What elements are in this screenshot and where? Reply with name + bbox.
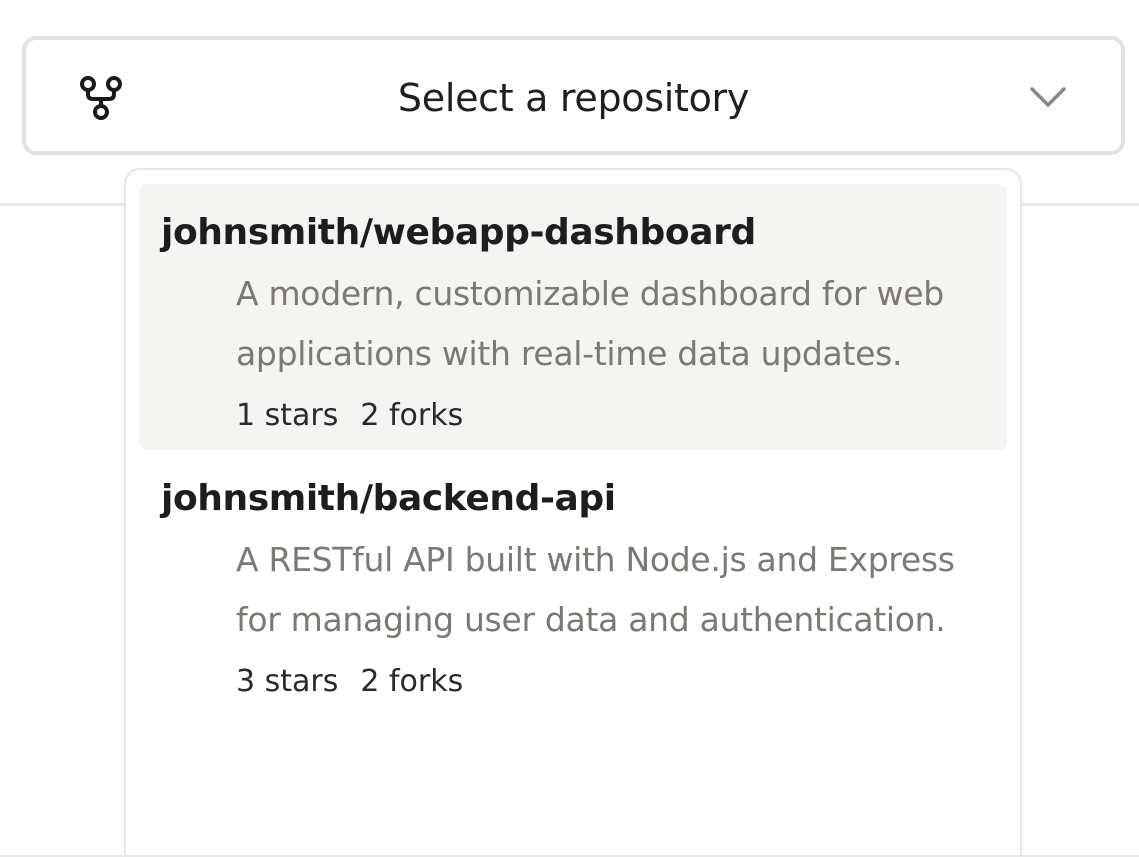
- repository-dropdown-menu: johnsmith/webapp-dashboard A modern, cus…: [124, 168, 1022, 857]
- repository-stats: 1 stars 2 forks: [236, 396, 985, 436]
- repository-option-webapp-dashboard[interactable]: johnsmith/webapp-dashboard A modern, cus…: [139, 184, 1007, 450]
- repository-description: A modern, customizable dashboard for web…: [236, 274, 944, 373]
- repository-forks: 2 forks: [360, 664, 464, 699]
- repository-stats: 3 stars 2 forks: [236, 662, 985, 702]
- repository-name: johnsmith/webapp-dashboard: [161, 212, 756, 253]
- repository-select[interactable]: Select a repository: [22, 36, 1125, 155]
- chevron-down-icon: [1030, 87, 1066, 107]
- repository-stars: 1 stars: [236, 398, 339, 433]
- repository-forks: 2 forks: [360, 398, 464, 433]
- repository-option-backend-api[interactable]: johnsmith/backend-api A RESTful API buil…: [139, 450, 1007, 716]
- select-placeholder: Select a repository: [397, 76, 750, 120]
- repository-picker-page: Select a repository johnsmith/webapp-das…: [0, 0, 1139, 857]
- repository-description: A RESTful API built with Node.js and Exp…: [236, 540, 955, 639]
- repository-stars: 3 stars: [236, 664, 339, 699]
- repository-name: johnsmith/backend-api: [161, 478, 616, 519]
